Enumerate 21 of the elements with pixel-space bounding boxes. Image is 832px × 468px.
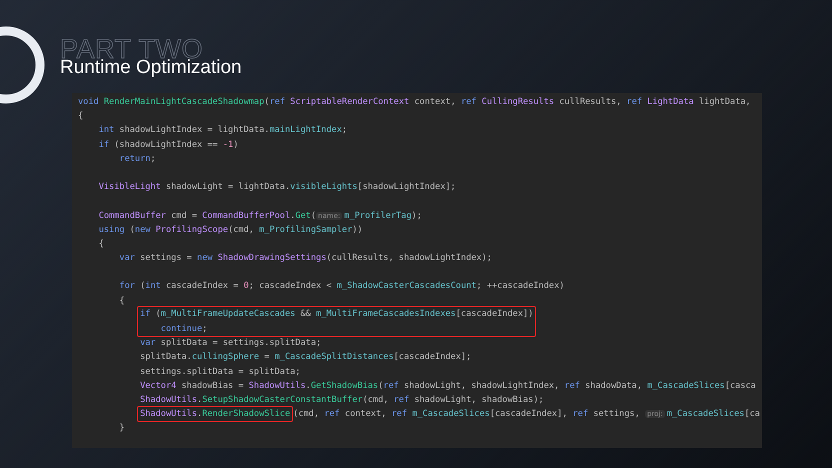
- code-text: }: [119, 422, 125, 436]
- code-text: using (new ProfilingScope(cmd, m_ProfilingSampler)): [98, 224, 363, 237]
- code-text: void RenderMainLightCascadeShadowmap(ref ScriptableRenderContext context, ref CullingResults cullResults, ref LightData lightData,: [78, 96, 751, 109]
- code-text: ShadowUtils.SetupShadowCasterConstantBuffer(cmd, ref shadowLight, shadowBias);: [140, 394, 544, 407]
- code-text: int shadowLightIndex = lightData.mainLightIndex;: [98, 124, 348, 138]
- highlight-box: if (m_MultiFrameUpdateCascades && m_MultiFrameCascadesIndexes[cascadeIndex]) continue;: [137, 306, 536, 337]
- code-text: {: [78, 110, 84, 124]
- code-text: settings.splitData = splitData;: [140, 366, 300, 379]
- code-text: {: [98, 238, 104, 251]
- code-text: splitData.cullingSphere = m_CascadeSplitDistances[cascadeIndex];: [140, 351, 472, 364]
- code-text: Vector4 shadowBias = ShadowUtils.GetShadowBias(ref shadowLight, shadowLightIndex, ref shadowData, m_CascadeSlices[casca: [140, 380, 756, 393]
- slide-title: Runtime Optimization: [60, 58, 242, 78]
- code-text: for (int cascadeIndex = 0; cascadeIndex < m_ShadowCasterCascadesCount; ++cascadeIndex): [119, 280, 564, 294]
- section-label: PART TWO: [60, 38, 204, 60]
- code-text: var splitData = settings.splitData;: [140, 337, 322, 350]
- code-text: VisibleLight shadowLight = lightData.visibleLights[shadowLightIndex];: [98, 181, 456, 194]
- code-text: if (shadowLightIndex == -1): [98, 138, 238, 152]
- code-text: {: [119, 294, 125, 308]
- code-text: var settings = new ShadowDrawingSettings(cullResults, shadowLightIndex);: [119, 252, 492, 266]
- code-text: return;: [119, 152, 156, 166]
- highlight-box: ShadowUtils.RenderShadowSlice: [137, 406, 294, 422]
